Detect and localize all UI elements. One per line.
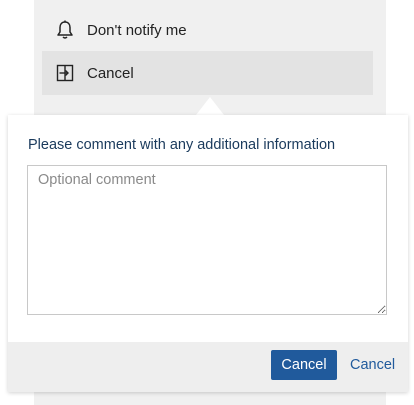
comment-popover: Please comment with any additional infor…: [8, 115, 408, 392]
popover-footer: Cancel Cancel: [8, 342, 408, 392]
cancel-link-button[interactable]: Cancel: [346, 350, 399, 380]
exit-door-icon: [55, 63, 75, 83]
popover-arrow: [196, 97, 224, 115]
menu-item-label: Cancel: [87, 64, 134, 82]
bell-icon: [55, 20, 75, 40]
menu-item-cancel[interactable]: Cancel: [42, 51, 373, 95]
comment-prompt: Please comment with any additional infor…: [28, 137, 336, 153]
stage: Don't notify me Cancel Please comment wi…: [0, 0, 414, 405]
menu-item-dont-notify[interactable]: Don't notify me: [42, 8, 373, 52]
cancel-primary-button[interactable]: Cancel: [271, 350, 337, 380]
comment-textarea[interactable]: [27, 165, 387, 315]
menu-item-label: Don't notify me: [87, 21, 187, 39]
